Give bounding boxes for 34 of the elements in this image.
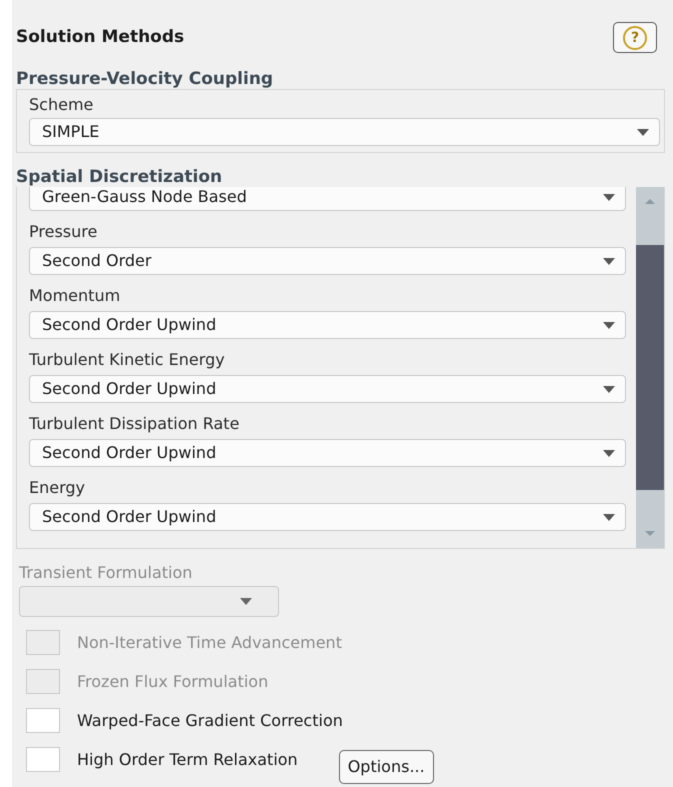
caret-icon — [637, 128, 649, 136]
dropdown[interactable]: Second Order Upwind — [29, 503, 626, 531]
checkbox-label: Warped-Face Gradient Correction — [77, 710, 343, 732]
dropdown[interactable]: Second Order — [29, 247, 626, 275]
field-label: Energy — [29, 478, 86, 498]
section-heading: Pressure-Velocity Coupling — [16, 69, 274, 89]
checkbox-label: Frozen Flux Formulation — [77, 670, 268, 692]
dropdown[interactable]: Green-Gauss Node Based — [29, 187, 626, 211]
help-button[interactable]: ? — [613, 22, 657, 53]
field-label: Transient Formulation — [19, 563, 194, 583]
field-label: Momentum — [29, 286, 122, 306]
field-label: Turbulent Dissipation Rate — [29, 414, 240, 434]
field-label: Turbulent Kinetic Energy — [29, 350, 226, 370]
dropdown[interactable]: Second Order Upwind — [29, 311, 626, 339]
caret-icon — [603, 194, 615, 200]
field-label: Pressure — [29, 222, 98, 242]
caret-icon — [603, 258, 615, 264]
checkbox[interactable] — [26, 747, 60, 772]
options-button[interactable]: Options... — [338, 750, 434, 784]
dropdown[interactable]: SIMPLE — [29, 118, 660, 146]
dropdown[interactable]: Second Order Upwind — [29, 439, 626, 467]
caret-icon — [603, 514, 615, 520]
section-heading: Spatial Discretization — [16, 167, 224, 187]
caret-icon — [603, 450, 615, 456]
caret-icon — [603, 386, 615, 392]
field-label: Scheme — [29, 95, 94, 115]
panel-title: Solution Methods — [16, 26, 184, 49]
scrollbar-thumb[interactable] — [636, 245, 664, 490]
caret-icon — [603, 322, 615, 328]
checkbox[interactable] — [26, 708, 60, 733]
caret-icon — [240, 598, 252, 605]
checkbox-label: Non-Iterative Time Advancement — [77, 632, 342, 654]
dropdown[interactable]: Second Order Upwind — [29, 375, 626, 403]
checkbox-label: High Order Term Relaxation — [77, 748, 298, 770]
